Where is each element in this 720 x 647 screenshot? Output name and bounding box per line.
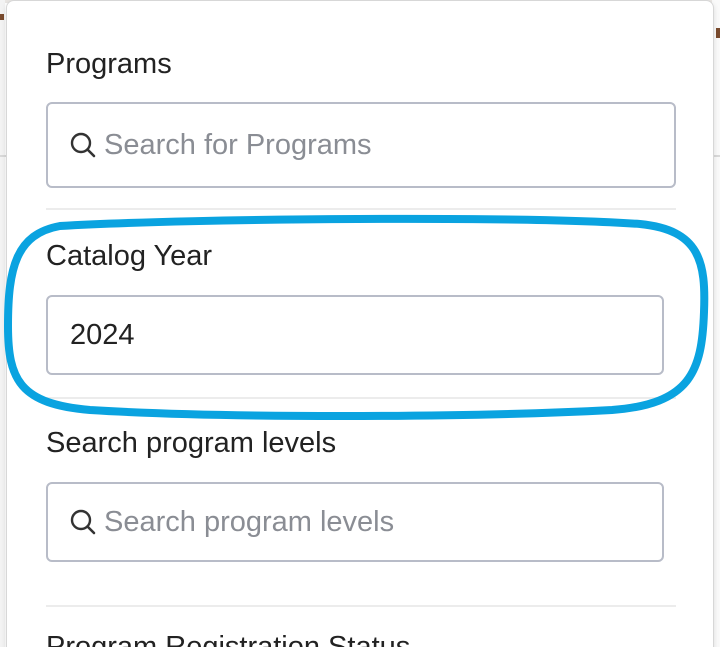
- screen: Programs Search for Programs Catalog Yea…: [0, 0, 720, 647]
- background-page-left: [0, 0, 5, 647]
- background-accent: [0, 14, 4, 20]
- catalog-year-label: Catalog Year: [46, 240, 213, 272]
- section-divider: [46, 605, 676, 607]
- background-accent: [716, 28, 720, 38]
- section-divider: [46, 397, 676, 399]
- section-divider: [46, 208, 676, 210]
- programs-search-input[interactable]: Search for Programs: [46, 102, 676, 188]
- program-levels-search-placeholder: Search program levels: [104, 505, 395, 538]
- search-icon: [70, 132, 96, 158]
- programs-search-placeholder: Search for Programs: [104, 128, 372, 161]
- catalog-year-input[interactable]: 2024: [46, 295, 664, 375]
- catalog-year-value: 2024: [70, 318, 135, 351]
- search-icon: [70, 509, 96, 535]
- programs-label: Programs: [46, 48, 172, 80]
- program-registration-status-label: Program Registration Status: [46, 631, 411, 647]
- program-levels-search-input[interactable]: Search program levels: [46, 482, 664, 562]
- filter-panel: Programs Search for Programs Catalog Yea…: [6, 0, 714, 647]
- program-levels-label: Search program levels: [46, 427, 337, 459]
